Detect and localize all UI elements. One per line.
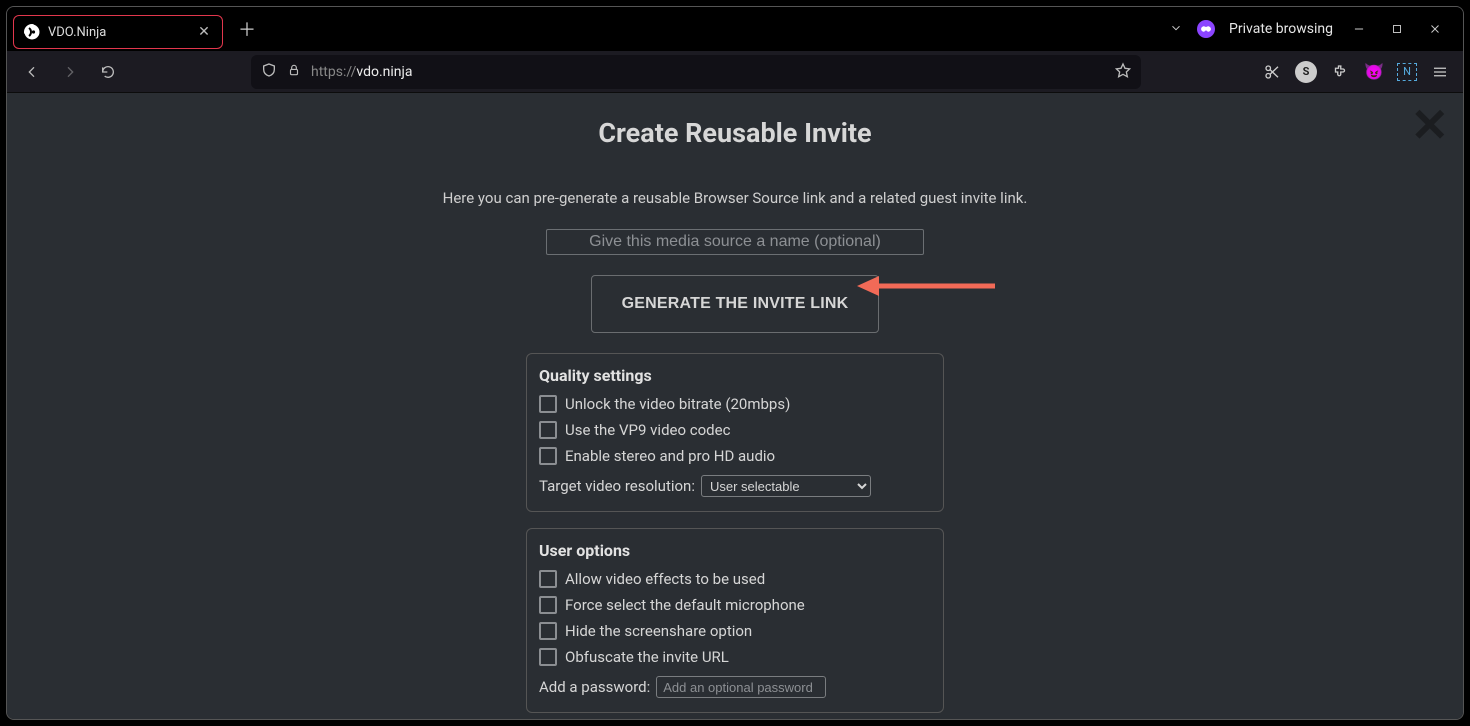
nav-back-button[interactable] — [15, 55, 49, 89]
opt-force-mic[interactable]: Force select the default microphone — [539, 596, 931, 614]
user-heading: User options — [539, 541, 931, 560]
opt-vp9-codec[interactable]: Use the VP9 video codec — [539, 421, 931, 439]
all-tabs-icon[interactable] — [1169, 20, 1183, 39]
checkbox-icon[interactable] — [539, 622, 557, 640]
extension-s-icon[interactable]: S — [1295, 61, 1317, 83]
nav-forward-button[interactable] — [53, 55, 87, 89]
checkbox-icon[interactable] — [539, 395, 557, 413]
url-bar[interactable]: https://vdo.ninja — [251, 55, 1141, 89]
opt-label: Use the VP9 video codec — [565, 421, 730, 439]
resolution-label: Target video resolution: — [539, 477, 695, 495]
extension-icons: S 😈 N — [1261, 61, 1455, 83]
modal-close-icon[interactable]: ✕ — [1410, 103, 1449, 149]
quality-settings-panel: Quality settings Unlock the video bitrat… — [526, 353, 944, 512]
opt-label: Enable stereo and pro HD audio — [565, 447, 775, 465]
password-input[interactable] — [656, 676, 826, 698]
extensions-puzzle-icon[interactable] — [1329, 61, 1351, 83]
checkbox-icon[interactable] — [539, 596, 557, 614]
private-browsing-icon — [1197, 20, 1215, 38]
resolution-select[interactable]: User selectable — [701, 475, 871, 497]
opt-stereo-audio[interactable]: Enable stereo and pro HD audio — [539, 447, 931, 465]
checkbox-icon[interactable] — [539, 648, 557, 666]
opt-label: Hide the screenshare option — [565, 622, 752, 640]
vdoninja-favicon — [24, 24, 40, 40]
opt-video-effects[interactable]: Allow video effects to be used — [539, 570, 931, 588]
checkbox-icon[interactable] — [539, 421, 557, 439]
opt-label: Unlock the video bitrate (20mbps) — [565, 395, 790, 413]
checkbox-icon[interactable] — [539, 447, 557, 465]
opt-label: Force select the default microphone — [565, 596, 805, 614]
generate-invite-button[interactable]: GENERATE THE INVITE LINK — [591, 275, 880, 333]
opt-label: Obfuscate the invite URL — [565, 648, 729, 666]
user-options-panel: User options Allow video effects to be u… — [526, 528, 944, 713]
window-maximize-icon[interactable] — [1385, 17, 1409, 41]
private-browsing-label: Private browsing — [1229, 21, 1333, 37]
checkbox-icon[interactable] — [539, 570, 557, 588]
extension-face-icon[interactable]: 😈 — [1363, 61, 1385, 83]
page-subtitle: Here you can pre-generate a reusable Bro… — [7, 189, 1463, 207]
new-tab-button[interactable]: ＋ — [233, 15, 261, 43]
tab-close-icon[interactable]: ✕ — [196, 25, 212, 39]
content-area: ✕ Create Reusable Invite Here you can pr… — [7, 93, 1463, 719]
bookmark-star-icon[interactable] — [1115, 62, 1131, 82]
toolbar: https://vdo.ninja S 😈 N — [7, 51, 1463, 93]
lock-icon[interactable] — [287, 62, 301, 81]
page-title: Create Reusable Invite — [7, 117, 1463, 149]
window-close-icon[interactable] — [1423, 17, 1447, 41]
opt-label: Allow video effects to be used — [565, 570, 765, 588]
opt-unlock-bitrate[interactable]: Unlock the video bitrate (20mbps) — [539, 395, 931, 413]
hamburger-menu-icon[interactable] — [1429, 61, 1451, 83]
tab-title: VDO.Ninja — [48, 25, 188, 40]
tab-active[interactable]: VDO.Ninja ✕ — [13, 15, 223, 49]
source-name-input[interactable] — [546, 229, 924, 255]
window-minimize-icon[interactable] — [1347, 17, 1371, 41]
password-label: Add a password: — [539, 678, 650, 696]
quality-heading: Quality settings — [539, 366, 931, 385]
extension-n-icon[interactable]: N — [1397, 63, 1417, 81]
url-text: https://vdo.ninja — [311, 64, 1105, 80]
shield-icon[interactable] — [261, 62, 277, 82]
tab-strip: VDO.Ninja ✕ ＋ Private browsing — [7, 7, 1463, 51]
nav-reload-button[interactable] — [91, 55, 125, 89]
opt-hide-screenshare[interactable]: Hide the screenshare option — [539, 622, 931, 640]
scissors-icon[interactable] — [1261, 61, 1283, 83]
opt-obfuscate-url[interactable]: Obfuscate the invite URL — [539, 648, 931, 666]
